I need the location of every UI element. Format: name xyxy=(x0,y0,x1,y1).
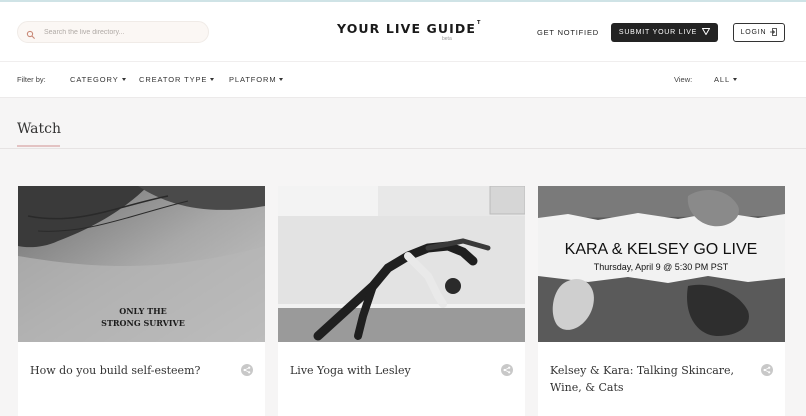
filter-label: Filter by: xyxy=(17,75,46,84)
image-text-line-2: STRONG SURVIVE xyxy=(101,318,185,328)
filter-platform-label: PLATFORM xyxy=(229,75,277,84)
image-heading: KARA & KELSEY GO LIVE xyxy=(565,241,758,258)
chevron-down-icon xyxy=(279,78,284,81)
share-icon[interactable] xyxy=(241,363,253,376)
card-title[interactable]: Live Yoga with Lesley xyxy=(290,362,490,379)
section-title: Watch xyxy=(17,121,62,137)
login-icon xyxy=(770,27,778,38)
submit-your-live-button[interactable]: SUBMIT YOUR LIVE xyxy=(611,23,718,42)
view-label: View: xyxy=(674,75,693,84)
view-select[interactable]: ALL xyxy=(714,75,738,84)
search-input[interactable] xyxy=(44,28,194,36)
filter-category-label: CATEGORY xyxy=(70,75,119,84)
image-subheading: Thursday, April 9 @ 5:30 PM PST xyxy=(594,262,729,272)
chevron-down-icon xyxy=(121,78,126,81)
card-thumbnail[interactable]: KARA & KELSEY GO LIVE Thursday, April 9 … xyxy=(538,186,785,342)
login-button[interactable]: LOGIN xyxy=(733,23,785,42)
card-title[interactable]: Kelsey & Kara: Talking Skincare, Wine, &… xyxy=(550,362,750,396)
triangle-down-icon xyxy=(701,28,711,37)
site-logo[interactable]: YOUR LIVE GUIDET xyxy=(337,20,482,36)
view-select-value: ALL xyxy=(714,75,731,84)
search-bar[interactable] xyxy=(17,21,209,43)
live-card[interactable]: KARA & KELSEY GO LIVE Thursday, April 9 … xyxy=(538,186,785,416)
search-icon xyxy=(26,27,36,39)
chevron-down-icon xyxy=(210,78,215,81)
logo-mark: T xyxy=(477,20,482,26)
filter-category[interactable]: CATEGORY xyxy=(70,75,126,84)
get-notified-link[interactable]: GET NOTIFIED xyxy=(537,28,599,37)
chevron-down-icon xyxy=(733,78,738,81)
logo-beta-label: beta xyxy=(442,36,452,42)
top-header: YOUR LIVE GUIDET beta GET NOTIFIED SUBMI… xyxy=(0,0,806,61)
live-card[interactable]: Live Yoga with Lesley xyxy=(278,186,525,416)
section-title-underline xyxy=(17,145,60,147)
card-thumbnail[interactable]: ONLY THE STRONG SURVIVE xyxy=(18,186,265,342)
filter-platform[interactable]: PLATFORM xyxy=(229,75,284,84)
filter-bar: Filter by: CATEGORY CREATOR TYPE PLATFOR… xyxy=(0,61,806,98)
card-thumbnail[interactable] xyxy=(278,186,525,342)
section-divider xyxy=(0,148,806,149)
filter-creator-type-label: CREATOR TYPE xyxy=(139,75,208,84)
filter-creator-type[interactable]: CREATOR TYPE xyxy=(139,75,215,84)
card-title[interactable]: How do you build self-esteem? xyxy=(30,362,230,379)
share-icon[interactable] xyxy=(761,363,773,376)
logo-text: YOUR LIVE GUIDE xyxy=(337,21,477,36)
live-card[interactable]: ONLY THE STRONG SURVIVE How do you build… xyxy=(18,186,265,416)
image-text-line-1: ONLY THE xyxy=(119,306,167,316)
login-label: LOGIN xyxy=(740,29,767,36)
share-icon[interactable] xyxy=(501,363,513,376)
submit-label: SUBMIT YOUR LIVE xyxy=(618,29,698,36)
